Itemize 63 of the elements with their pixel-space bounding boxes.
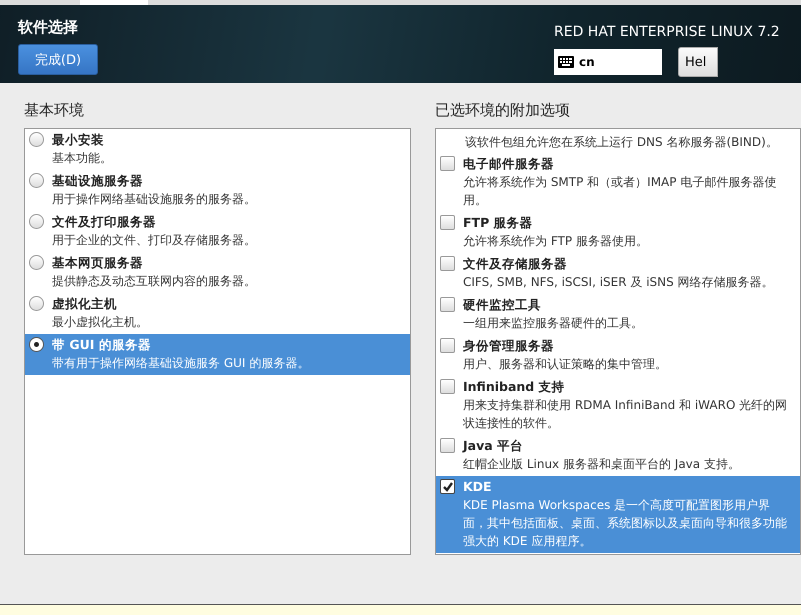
option-description: 用来支持集群和使用 RDMA InfiniBand 和 iWARO 光纤的网状连接性的软件。	[463, 397, 788, 432]
option-description: 基本功能。	[52, 150, 112, 167]
addon-option[interactable]: 硬件监控工具 一组用来监控服务器硬件的工具。	[436, 294, 800, 335]
checkbox[interactable]	[440, 256, 455, 271]
radio-button[interactable]	[29, 296, 44, 311]
option-description: 允许将系统作为 SMTP 和（或者）IMAP 电子邮件服务器使用。	[463, 174, 778, 209]
section-heading: 已选环境的附加选项	[435, 101, 571, 120]
option-name: 带 GUI 的服务器	[52, 336, 152, 354]
option-name: 文件及打印服务器	[52, 213, 157, 231]
checkbox[interactable]	[440, 156, 455, 171]
option-name: 虚拟化主机	[52, 295, 118, 313]
option-description: 用户、服务器和认证策略的集中管理。	[463, 356, 667, 373]
option-description: CIFS, SMB, NFS, iSCSI, iSER 及 iSNS 网络存储服务器。	[463, 274, 774, 291]
option-description: 最小虚拟化主机。	[52, 314, 148, 331]
option-name: KDE	[463, 478, 493, 496]
option-description: 该软件包组允许您在系统上运行 DNS 名称服务器(BIND)。	[465, 134, 779, 151]
option-name: 最小安装	[52, 131, 105, 149]
page-title: 软件选择	[18, 18, 79, 37]
option-name: 身份管理服务器	[463, 337, 555, 355]
option-description: 允许将系统作为 FTP 服务器使用。	[463, 233, 648, 250]
keyboard-layout-field[interactable]: cn	[554, 49, 662, 75]
environment-option[interactable]: 虚拟化主机 最小虚拟化主机。	[25, 293, 410, 334]
option-name: 硬件监控工具	[463, 296, 542, 314]
radio-button[interactable]	[29, 173, 44, 188]
addon-option[interactable]: 电子邮件服务器 允许将系统作为 SMTP 和（或者）IMAP 电子邮件服务器使用。	[436, 153, 800, 212]
option-description: 用于企业的文件、打印及存储服务器。	[52, 232, 256, 249]
environment-option[interactable]: 最小安装 基本功能。	[25, 129, 410, 170]
addon-option[interactable]: 身份管理服务器 用户、服务器和认证策略的集中管理。	[436, 335, 800, 376]
environment-option[interactable]: 基本网页服务器 提供静态及动态互联网内容的服务器。	[25, 252, 410, 293]
radio-button[interactable]	[29, 337, 44, 352]
checkbox[interactable]	[440, 215, 455, 230]
option-description: 用于操作网络基础设施服务的服务器。	[52, 191, 256, 208]
option-name: 文件及存储服务器	[463, 255, 568, 273]
radio-button[interactable]	[29, 255, 44, 270]
option-description: 提供静态及动态互联网内容的服务器。	[52, 273, 256, 290]
option-description: 红帽企业版 Linux 服务器和桌面平台的 Java 支持。	[463, 456, 740, 473]
option-name: Java 平台	[463, 437, 524, 455]
checkbox[interactable]	[440, 338, 455, 353]
radio-button[interactable]	[29, 214, 44, 229]
radio-button[interactable]	[29, 132, 44, 147]
option-name: 电子邮件服务器	[463, 155, 555, 173]
option-name: FTP 服务器	[463, 214, 534, 232]
checkbox[interactable]	[440, 297, 455, 312]
option-name: 基础设施服务器	[52, 172, 144, 190]
addon-option[interactable]: Java 平台 红帽企业版 Linux 服务器和桌面平台的 Java 支持。	[436, 435, 800, 476]
option-description: 一组用来监控服务器硬件的工具。	[463, 315, 643, 332]
addon-option[interactable]: Infiniband 支持 用来支持集群和使用 RDMA InfiniBand 和 iWARO 光纤的网状连接性的软件。	[436, 376, 800, 435]
option-name: 基本网页服务器	[52, 254, 144, 272]
done-button[interactable]: 完成(D)	[18, 44, 98, 75]
checkbox[interactable]	[440, 479, 455, 494]
help-button[interactable]: Hel	[678, 47, 718, 77]
option-name: Infiniband 支持	[463, 378, 566, 396]
section-heading: 基本环境	[24, 101, 85, 120]
keyboard-icon	[558, 56, 574, 68]
environment-option[interactable]: 基础设施服务器 用于操作网络基础设施服务的服务器。	[25, 170, 410, 211]
checkbox[interactable]	[440, 379, 455, 394]
option-description: KDE Plasma Workspaces 是一个高度可配置图形用户界面，其中包括面板、桌面、系统图标以及桌面向导和很多功能强大的 KDE 应用程序。	[463, 497, 788, 550]
option-description: 带有用于操作网络基础设施服务 GUI 的服务器。	[52, 355, 310, 372]
product-name: RED HAT ENTERPRISE LINUX 7.2	[554, 24, 781, 40]
addon-option[interactable]: 文件及存储服务器 CIFS, SMB, NFS, iSCSI, iSER 及 iSNS 网络存储服务器。	[436, 253, 800, 294]
checkbox[interactable]	[440, 438, 455, 453]
environment-option[interactable]: 文件及打印服务器 用于企业的文件、打印及存储服务器。	[25, 211, 410, 252]
addon-option[interactable]: FTP 服务器 允许将系统作为 FTP 服务器使用。	[436, 212, 800, 253]
